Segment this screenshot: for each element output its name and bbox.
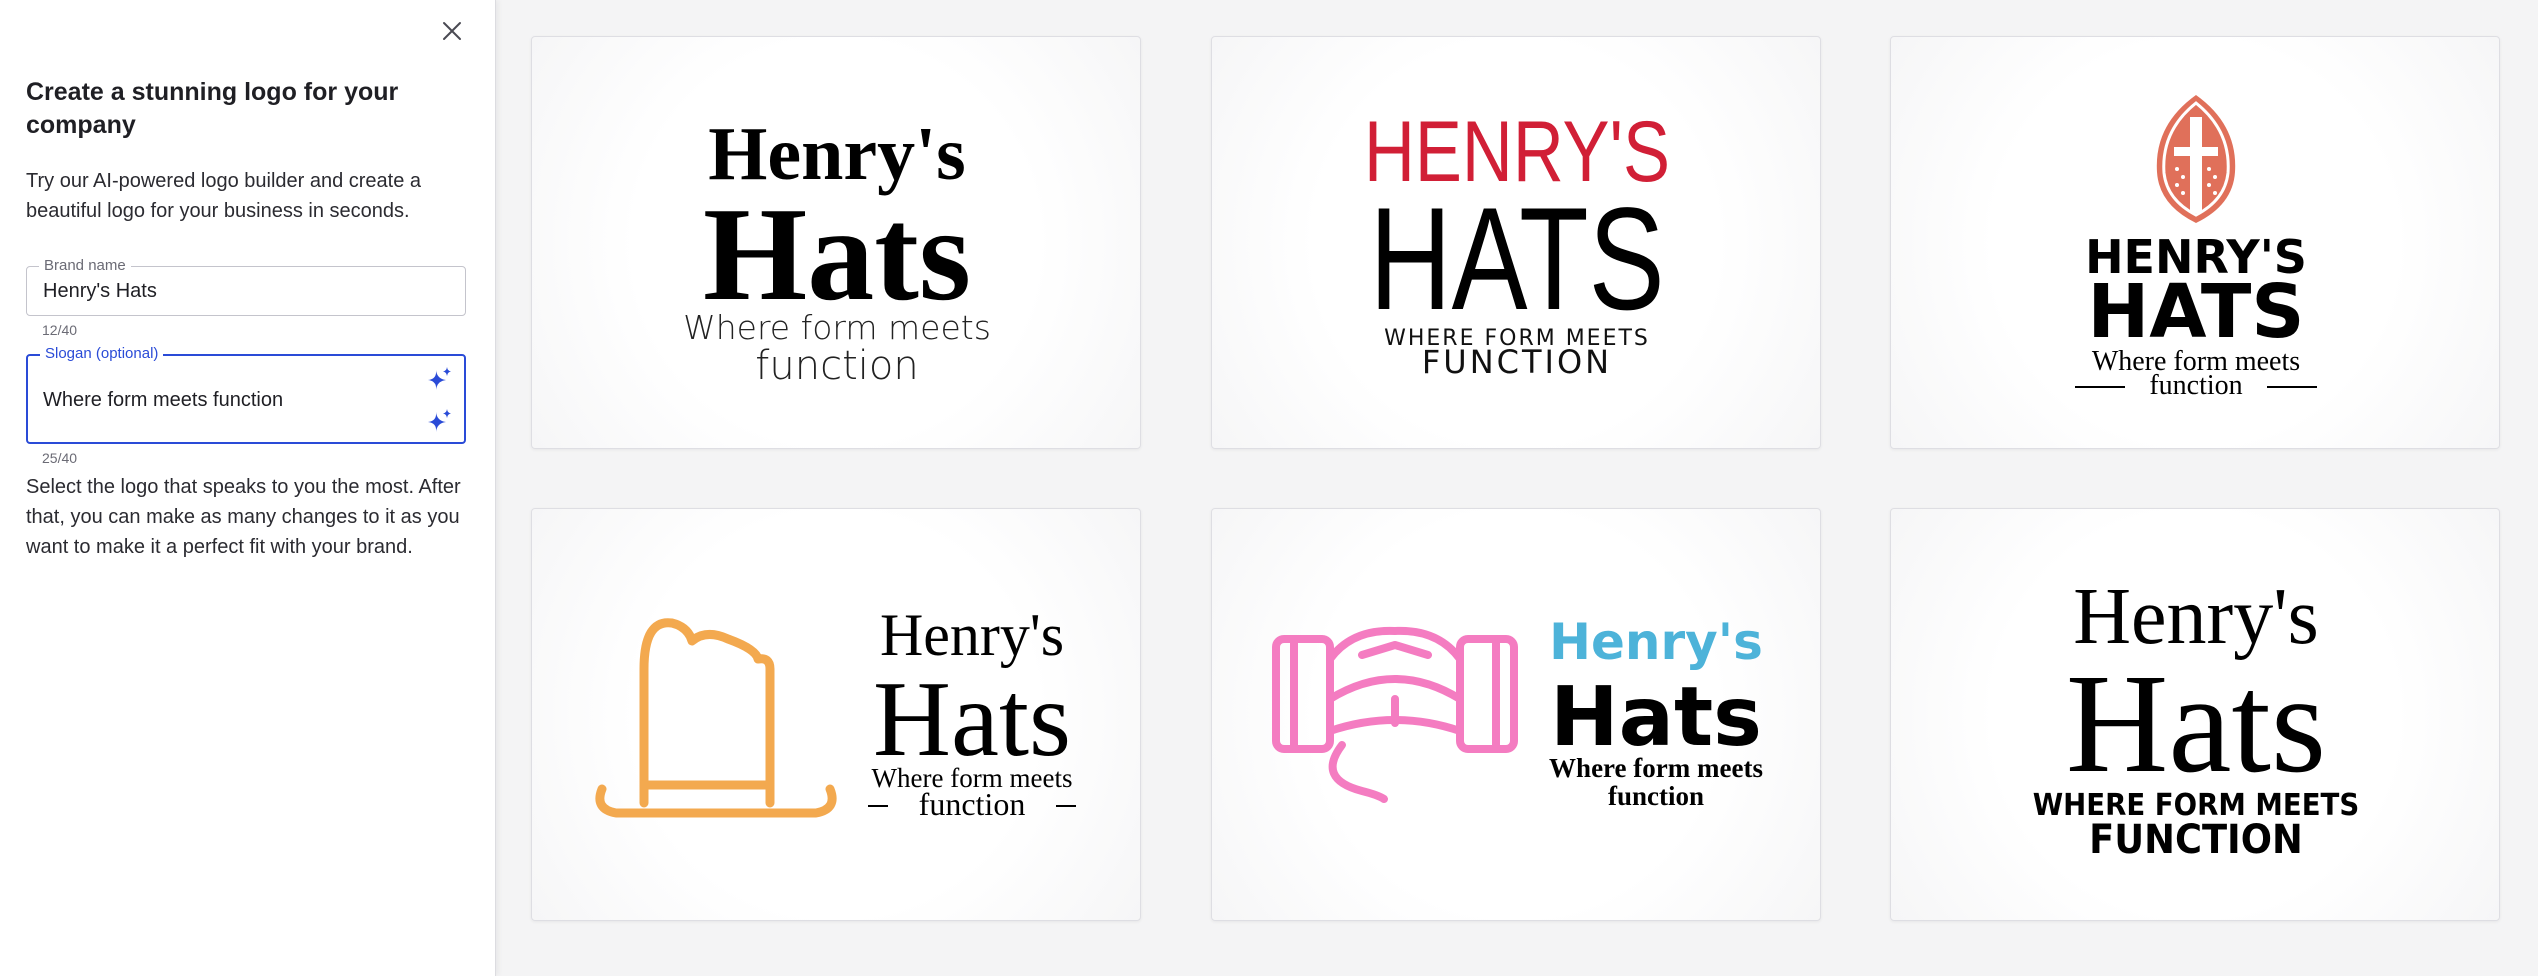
slogan-field[interactable]: Slogan (optional)	[26, 345, 466, 444]
logo-option-2[interactable]: HENRY'S HATS WHERE FORM MEETS FUNCTION	[1211, 36, 1821, 449]
cowboy-hat-icon	[595, 618, 837, 818]
brand-name-field[interactable]: Brand name	[26, 257, 466, 316]
slogan-label: Slogan (optional)	[40, 345, 164, 363]
logo-brand-line2: Hats	[2066, 644, 2326, 802]
panel-intro: Try our AI-powered logo builder and crea…	[26, 170, 422, 222]
logo-brand-line2: HATS	[1369, 176, 1664, 340]
logo-slogan-line2: function	[2149, 370, 2242, 401]
logo-gallery: Henry's Hats Where form meets function H…	[496, 0, 2538, 976]
logo-preview-6: Henry's Hats WHERE FORM MEETS FUNCTION	[2033, 573, 2359, 864]
slogan-input[interactable]	[43, 376, 423, 424]
close-button[interactable]	[437, 16, 467, 46]
logo-slogan-line2: function	[1608, 781, 1704, 811]
logo-slogan-line2: function	[755, 343, 918, 389]
logo-preview-2: HENRY'S HATS WHERE FORM MEETS FUNCTION	[1364, 103, 1670, 381]
slogan-counter: 25/40	[42, 450, 78, 466]
sparkle-icon[interactable]	[424, 406, 454, 436]
logo-slogan-line1: Where form meets	[683, 308, 991, 347]
propeller-cap-icon	[1272, 626, 1518, 803]
logo-brand-line2: Hats	[703, 180, 971, 328]
logo-slogan-line2: function	[919, 786, 1026, 822]
logo-slogan-line2: FUNCTION	[2089, 817, 2303, 864]
logo-slogan-line2: FUNCTION	[1422, 343, 1612, 381]
logo-brand-line1: Henry's	[1549, 613, 1763, 671]
logo-option-3[interactable]: HENRY'S HATS Where form meets function	[1890, 36, 2500, 449]
logo-preview-5: Henry's Hats Where form meets function	[1272, 613, 1763, 811]
logo-brand-line2: Hats	[1550, 670, 1762, 765]
knight-helmet-icon	[2156, 95, 2236, 223]
panel-title: Create a stunning logo for your company	[26, 78, 399, 139]
logo-brand-line1: Henry's	[880, 602, 1064, 668]
logo-brand-line2: Hats	[873, 660, 1071, 779]
logo-slogan-line1: Where form meets	[1549, 753, 1763, 783]
close-icon	[443, 22, 461, 40]
selection-instructions: Select the logo that speaks to you the m…	[26, 476, 461, 558]
logo-preview-1: Henry's Hats Where form meets function	[683, 112, 991, 389]
logo-option-1[interactable]: Henry's Hats Where form meets function	[531, 36, 1141, 449]
logo-option-5[interactable]: Henry's Hats Where form meets function	[1211, 508, 1821, 921]
logo-option-6[interactable]: Henry's Hats WHERE FORM MEETS FUNCTION	[1890, 508, 2500, 921]
logo-preview-3: HENRY'S HATS Where form meets function	[2075, 95, 2317, 401]
brand-name-counter: 12/40	[42, 322, 78, 338]
sidebar-panel: Create a stunning logo for your company …	[0, 0, 496, 976]
logo-brand-line2: HATS	[2087, 269, 2304, 355]
logo-preview-4: Henry's Hats Where form meets function	[595, 602, 1076, 822]
brand-name-input[interactable]	[43, 267, 423, 315]
logo-builder-app: Create a stunning logo for your company …	[0, 0, 2538, 976]
sparkle-icon[interactable]	[424, 364, 454, 394]
logo-option-4[interactable]: Henry's Hats Where form meets function	[531, 508, 1141, 921]
